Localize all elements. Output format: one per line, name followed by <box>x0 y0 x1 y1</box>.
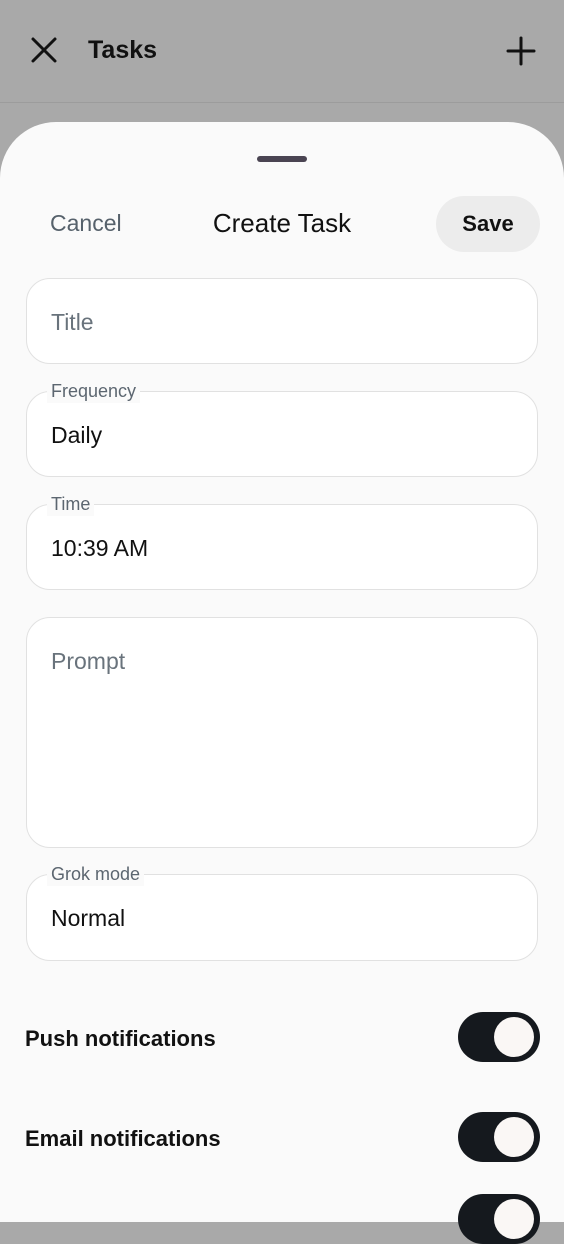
time-label: Time <box>47 492 95 516</box>
frequency-label: Frequency <box>47 379 141 403</box>
prompt-placeholder: Prompt <box>51 648 126 674</box>
close-icon[interactable] <box>28 34 60 66</box>
title-field[interactable]: Title <box>26 278 538 364</box>
plus-icon[interactable] <box>504 34 538 68</box>
next-toggle-partial[interactable] <box>458 1194 540 1244</box>
grok-mode-field[interactable]: Grok mode Normal <box>26 862 538 961</box>
push-notifications-row: Push notifications <box>0 1012 564 1068</box>
prompt-field[interactable]: Prompt <box>26 617 538 848</box>
title-placeholder: Title <box>51 309 94 335</box>
time-value: 10:39 AM <box>51 535 149 561</box>
app-bar: Tasks <box>0 0 564 104</box>
sheet-drag-handle[interactable] <box>257 156 307 162</box>
app-bar-title: Tasks <box>88 36 158 64</box>
toggle-knob <box>494 1017 534 1057</box>
push-notifications-toggle[interactable] <box>458 1012 540 1062</box>
app-bar-divider <box>0 102 564 103</box>
grok-mode-label: Grok mode <box>47 862 145 886</box>
create-task-sheet: Cancel Create Task Save Title Frequency … <box>0 122 564 1244</box>
email-notifications-label: Email notifications <box>25 1126 221 1151</box>
save-button[interactable]: Save <box>436 196 540 252</box>
push-notifications-label: Push notifications <box>25 1026 216 1051</box>
toggle-knob <box>494 1199 534 1239</box>
toggle-knob <box>494 1117 534 1157</box>
time-field[interactable]: Time 10:39 AM <box>26 492 538 590</box>
frequency-value: Daily <box>51 422 103 448</box>
email-notifications-row: Email notifications <box>0 1112 564 1168</box>
grok-mode-value: Normal <box>51 905 126 931</box>
email-notifications-toggle[interactable] <box>458 1112 540 1162</box>
frequency-field[interactable]: Frequency Daily <box>26 379 538 477</box>
